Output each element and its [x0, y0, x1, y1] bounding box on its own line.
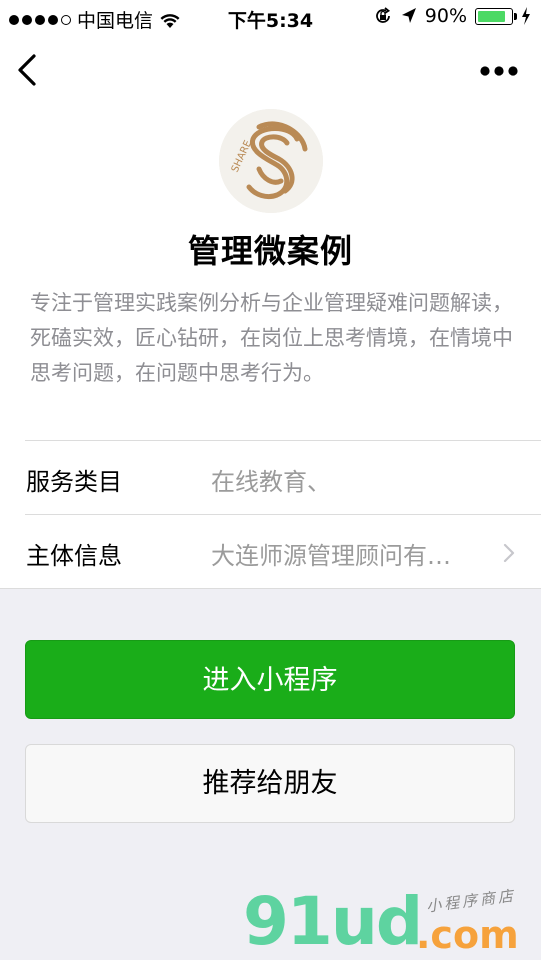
watermark-brand: 91ud — [243, 883, 423, 960]
app-logo: SHARE — [219, 109, 323, 213]
more-button[interactable] — [479, 62, 519, 80]
battery-icon — [475, 7, 517, 25]
chevron-right-icon — [503, 543, 515, 563]
back-button[interactable] — [14, 52, 44, 88]
service-category-label: 服务类目 — [26, 468, 122, 496]
mini-program-name: 管理微案例 — [187, 232, 353, 270]
service-category-row: 服务类目 在线教育、 — [0, 441, 541, 515]
status-right: 90% — [373, 5, 531, 27]
entity-info-value: 大连师源管理顾问有… — [211, 542, 451, 570]
entity-info-row[interactable]: 主体信息 大连师源管理顾问有… — [0, 515, 541, 589]
watermark-domain: .com — [416, 913, 519, 957]
entity-info-label: 主体信息 — [26, 542, 122, 570]
status-bar: 中国电信 下午5:34 90% — [0, 0, 541, 36]
recommend-to-friends-button[interactable]: 推荐给朋友 — [25, 744, 515, 823]
battery-percent: 90% — [424, 5, 467, 27]
location-arrow-icon — [401, 8, 416, 23]
service-category-value: 在线教育、 — [211, 468, 331, 496]
share-logo-icon: SHARE — [219, 109, 323, 213]
more-dots-icon — [480, 66, 518, 76]
battery-level — [478, 10, 505, 22]
enter-mini-program-button[interactable]: 进入小程序 — [25, 640, 515, 719]
chevron-left-icon — [18, 54, 36, 86]
charging-bolt-icon — [522, 7, 530, 25]
orientation-lock-icon — [375, 7, 390, 23]
divider — [0, 588, 541, 589]
mini-program-description: 专注于管理实践案例分析与企业管理疑难问题解读，死磕实效，匠心钻研，在岗位上思考情… — [30, 291, 513, 385]
watermark: 91ud 小程序商店 .com — [240, 886, 540, 960]
